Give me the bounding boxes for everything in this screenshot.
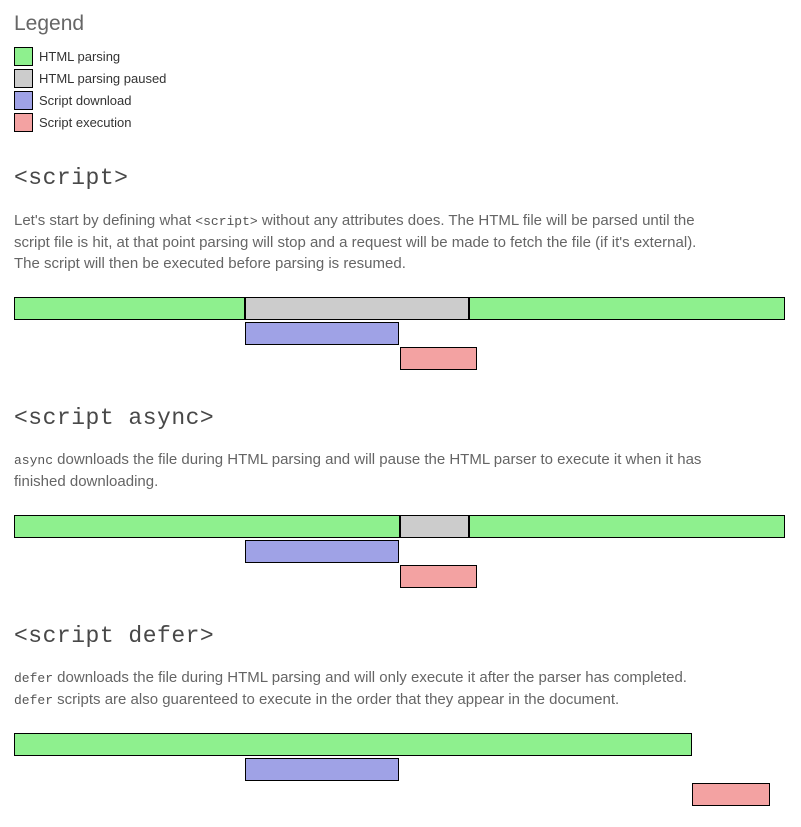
segment-parse	[14, 733, 692, 756]
timeline-track	[14, 347, 785, 372]
legend-row: Script execution	[14, 113, 787, 132]
legend-swatch	[14, 69, 33, 88]
timeline	[14, 733, 785, 808]
timeline-track	[14, 565, 785, 590]
timeline-track	[14, 758, 785, 783]
timeline	[14, 515, 785, 590]
segment-parse	[469, 515, 785, 538]
legend-list: HTML parsing HTML parsing paused Script do…	[14, 47, 787, 132]
timeline-track	[14, 733, 785, 758]
legend-title: Legend	[14, 9, 787, 39]
segment-paused	[245, 297, 469, 320]
legend-label: Script download	[39, 92, 132, 111]
legend-label: Script execution	[39, 114, 132, 133]
legend-label: HTML parsing	[39, 48, 120, 67]
inline-code: defer	[14, 693, 53, 708]
segment-paused	[400, 515, 469, 538]
section-description: Let's start by defining what <script> wi…	[14, 210, 704, 275]
segment-execute	[400, 565, 477, 588]
legend-row: HTML parsing paused	[14, 69, 787, 88]
legend-row: Script download	[14, 91, 787, 110]
segment-execute	[400, 347, 477, 370]
timeline	[14, 297, 785, 372]
segment-parse	[14, 515, 400, 538]
legend-row: HTML parsing	[14, 47, 787, 66]
inline-code: defer	[14, 671, 53, 686]
section-heading: <script async>	[14, 402, 787, 435]
section-heading: <script>	[14, 162, 787, 195]
segment-download	[245, 540, 399, 563]
desc-text: scripts are also guarenteed to execute i…	[53, 691, 619, 708]
legend-swatch	[14, 47, 33, 66]
section-description: async downloads the file during HTML par…	[14, 449, 704, 493]
segment-parse	[469, 297, 785, 320]
segment-parse	[14, 297, 245, 320]
timeline-track	[14, 297, 785, 322]
timeline-track	[14, 515, 785, 540]
segment-execute	[692, 783, 769, 806]
segment-download	[245, 322, 399, 345]
section-description: defer downloads the file during HTML par…	[14, 667, 704, 711]
inline-code: async	[14, 453, 53, 468]
legend-label: HTML parsing paused	[39, 70, 166, 89]
legend-swatch	[14, 91, 33, 110]
desc-text: Let's start by defining what	[14, 212, 195, 229]
desc-text: downloads the file during HTML parsing a…	[53, 669, 687, 686]
sections-container: <script>Let's start by defining what <sc…	[14, 162, 787, 808]
legend-swatch	[14, 113, 33, 132]
timeline-track	[14, 540, 785, 565]
inline-code: <script>	[195, 214, 257, 229]
desc-text: downloads the file during HTML parsing a…	[14, 451, 701, 490]
timeline-track	[14, 322, 785, 347]
timeline-track	[14, 783, 785, 808]
section-heading: <script defer>	[14, 620, 787, 653]
segment-download	[245, 758, 399, 781]
